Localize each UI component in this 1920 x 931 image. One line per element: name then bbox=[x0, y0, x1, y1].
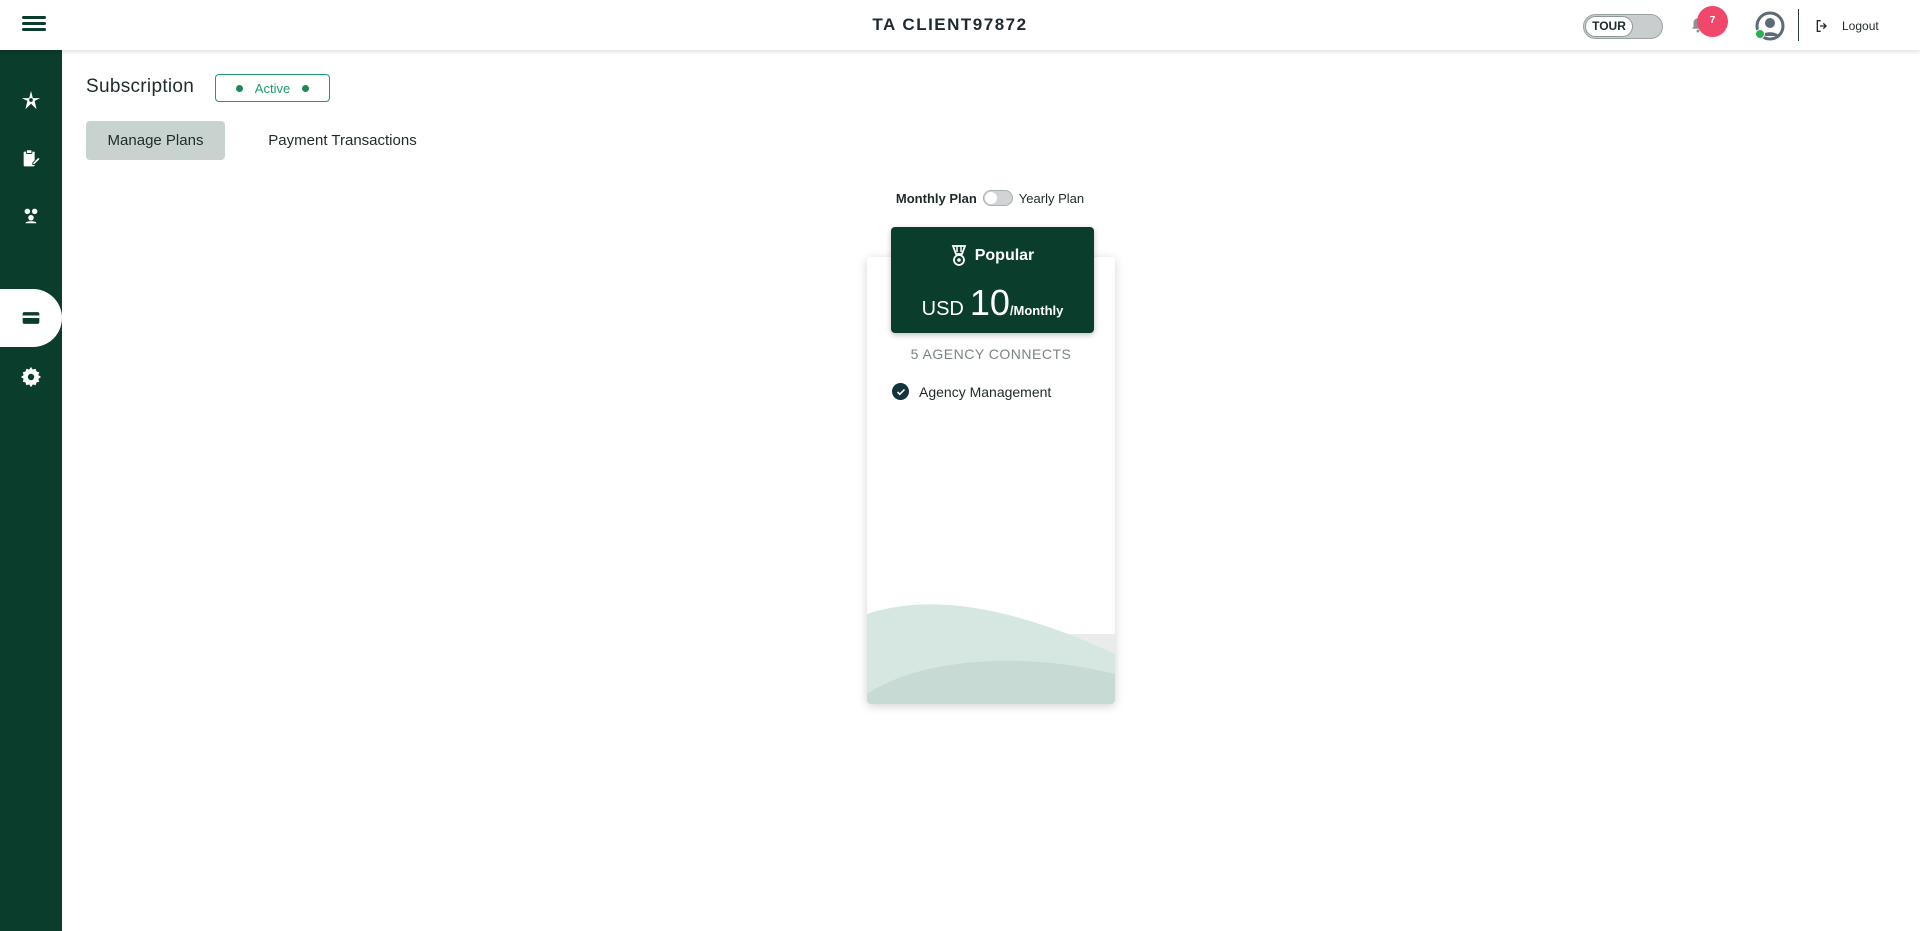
status-label: Active bbox=[254, 80, 291, 96]
medal-icon bbox=[951, 245, 967, 266]
tour-toggle-label: TOUR bbox=[1585, 16, 1633, 37]
top-bar: TA CLIENT97872 TOUR 7 Logout bbox=[0, 0, 1920, 50]
status-badge: Active bbox=[215, 74, 330, 102]
plan-connects: 5 AGENCY CONNECTS bbox=[910, 346, 1072, 362]
compass-rose-icon bbox=[21, 90, 41, 110]
price-currency: USD bbox=[921, 298, 964, 320]
sidebar-item-assignments[interactable] bbox=[0, 137, 62, 181]
plan-card-header: Popular USD 10 /Monthly bbox=[891, 227, 1094, 333]
credit-card-icon bbox=[22, 312, 40, 324]
logout-label: Logout bbox=[1842, 19, 1879, 33]
sidebar bbox=[0, 50, 62, 931]
sidebar-item-dashboard[interactable] bbox=[0, 78, 62, 122]
plan-period-switch[interactable] bbox=[982, 190, 1013, 206]
popular-text: Popular bbox=[974, 247, 1035, 264]
plan-period-toggle: Monthly Plan Yearly Plan bbox=[0, 190, 1920, 206]
tab-payment-transactions[interactable]: Payment Transactions bbox=[250, 121, 435, 160]
page-title: Subscription bbox=[86, 76, 195, 97]
plan-feature-label: Agency Management bbox=[919, 383, 1052, 400]
sidebar-item-subscription[interactable] bbox=[0, 296, 62, 340]
plan-price: USD 10 /Monthly bbox=[891, 282, 1094, 324]
notification-badge[interactable]: 7 bbox=[1697, 6, 1728, 37]
status-dot-right bbox=[302, 84, 310, 92]
logout-button[interactable]: Logout bbox=[1814, 16, 1879, 36]
monthly-plan-label: Monthly Plan bbox=[895, 190, 977, 206]
tab-manage-plans[interactable]: Manage Plans bbox=[86, 121, 225, 160]
users-group-icon bbox=[24, 208, 38, 224]
plan-feature-item: Agency Management bbox=[892, 383, 1051, 400]
price-amount: 10 bbox=[969, 282, 1010, 323]
check-circle-icon bbox=[892, 383, 909, 400]
gear-icon bbox=[20, 366, 42, 388]
yearly-plan-label: Yearly Plan bbox=[1018, 190, 1085, 206]
status-dot-left bbox=[235, 84, 243, 92]
clipboard-edit-icon bbox=[23, 149, 41, 167]
card-wave-decoration bbox=[867, 604, 1115, 704]
header-divider bbox=[1798, 9, 1799, 41]
online-status-dot bbox=[1755, 29, 1765, 39]
popular-label: Popular bbox=[891, 245, 1094, 267]
price-period: /Monthly bbox=[1009, 303, 1064, 318]
sidebar-item-settings[interactable] bbox=[0, 355, 62, 399]
logout-icon bbox=[1816, 20, 1827, 32]
tour-toggle[interactable]: TOUR bbox=[1583, 14, 1663, 39]
